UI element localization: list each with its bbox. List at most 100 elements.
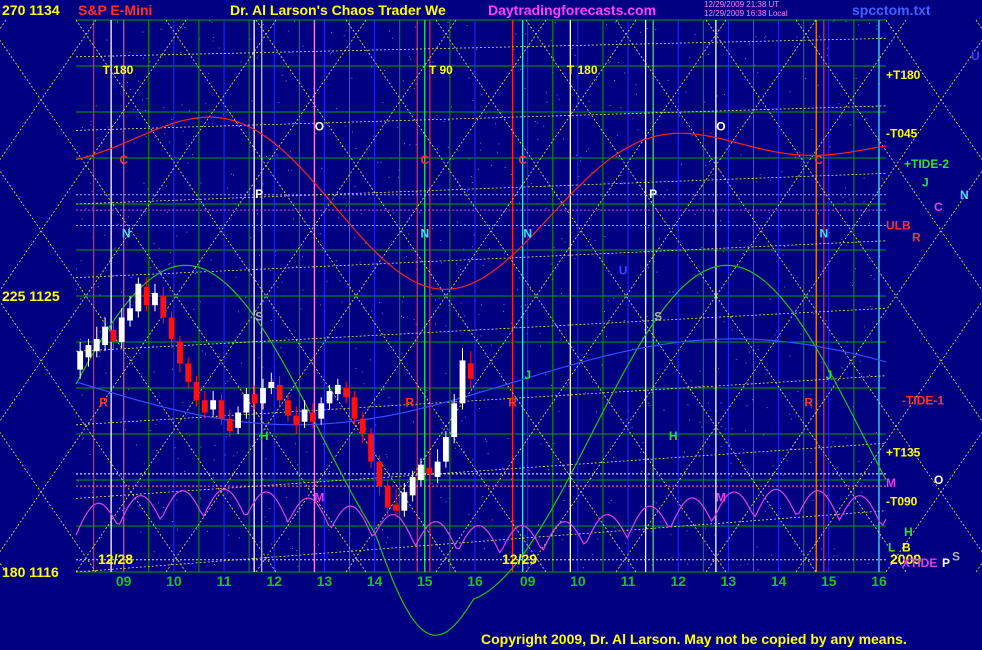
star-dot: [833, 548, 835, 550]
planet-label: J: [825, 368, 832, 382]
star-dot: [99, 294, 101, 296]
star-dot: [312, 106, 314, 108]
star-dot: [413, 319, 415, 321]
star-dot: [723, 321, 725, 323]
star-dot: [386, 537, 388, 539]
price-bar: [102, 326, 109, 346]
star-dot: [770, 179, 772, 181]
star-dot: [564, 241, 566, 243]
star-dot: [294, 443, 296, 445]
star-dot: [745, 430, 747, 432]
star-dot: [827, 47, 829, 49]
star-dot: [691, 179, 693, 181]
star-dot: [259, 254, 261, 256]
star-dot: [832, 21, 834, 23]
star-dot: [708, 161, 710, 163]
star-dot: [436, 148, 438, 150]
star-dot: [547, 469, 549, 471]
star-dot: [640, 451, 642, 453]
star-dot: [881, 178, 883, 180]
star-dot: [613, 527, 615, 529]
price-bar: [143, 286, 150, 306]
star-dot: [841, 367, 843, 369]
instrument-label: S&P E-Mini: [78, 2, 153, 18]
star-dot: [230, 173, 232, 175]
planet-label: P: [255, 187, 263, 201]
right-level-label: N: [960, 188, 969, 202]
diagonal-line: [975, 562, 982, 573]
star-dot: [367, 229, 369, 231]
star-dot: [206, 565, 208, 567]
star-dot: [149, 61, 151, 63]
star-dot: [553, 246, 555, 248]
star-dot: [616, 134, 618, 136]
star-dot: [454, 447, 456, 449]
shallow-diagonal-line: [75, 510, 887, 573]
star-dot: [842, 197, 844, 199]
star-dot: [281, 74, 283, 76]
star-dot: [854, 356, 856, 358]
star-dot: [829, 146, 831, 148]
star-dot: [205, 102, 207, 104]
star-dot: [188, 110, 190, 112]
price-bar: [459, 360, 466, 404]
star-dot: [687, 404, 689, 406]
star-dot: [482, 495, 484, 497]
star-dot: [550, 39, 552, 41]
star-dot: [226, 187, 228, 189]
star-dot: [740, 154, 742, 156]
star-dot: [76, 288, 78, 290]
star-dot: [95, 105, 97, 107]
diagonal-line: [975, 19, 982, 30]
star-dot: [464, 451, 466, 453]
star-dot: [79, 560, 81, 562]
price-bar: [293, 415, 300, 425]
star-dot: [456, 263, 458, 265]
star-dot: [182, 130, 184, 132]
star-dot: [415, 323, 417, 325]
star-dot: [435, 299, 436, 301]
star-dot: [513, 520, 515, 522]
price-bar: [77, 351, 84, 370]
star-dot: [91, 207, 93, 209]
star-dot: [171, 118, 173, 120]
star-dot: [472, 459, 474, 461]
star-dot: [393, 212, 395, 214]
star-dot: [457, 315, 459, 317]
star-dot: [211, 21, 213, 23]
star-dot: [153, 371, 155, 373]
star-dot: [745, 362, 747, 364]
star-dot: [731, 428, 733, 430]
star-dot: [589, 238, 591, 240]
star-dot: [825, 320, 827, 322]
star-dot: [397, 126, 399, 128]
star-dot: [310, 361, 312, 363]
star-dot: [852, 406, 854, 408]
star-dot: [128, 388, 130, 390]
star-dot: [655, 29, 657, 31]
star-dot: [648, 405, 650, 407]
star-dot: [863, 201, 865, 203]
star-dot: [296, 265, 298, 267]
star-dot: [401, 352, 403, 354]
star-dot: [369, 359, 371, 361]
star-dot: [105, 372, 107, 374]
star-dot: [561, 238, 563, 240]
star-dot: [359, 262, 361, 264]
star-dot: [371, 66, 373, 68]
star-dot: [296, 550, 298, 552]
star-dot: [705, 527, 707, 529]
star-dot: [766, 407, 768, 409]
price-bar: [127, 308, 133, 321]
star-dot: [371, 310, 373, 312]
star-dot: [678, 115, 680, 117]
right-level-label: S: [952, 550, 960, 564]
star-dot: [540, 345, 542, 347]
star-dot: [517, 289, 519, 291]
star-dot: [285, 270, 287, 272]
star-dot: [378, 404, 380, 406]
star-dot: [291, 169, 293, 171]
star-dot: [285, 496, 287, 498]
x-tick-label: 15: [417, 573, 433, 589]
star-dot: [355, 347, 357, 349]
